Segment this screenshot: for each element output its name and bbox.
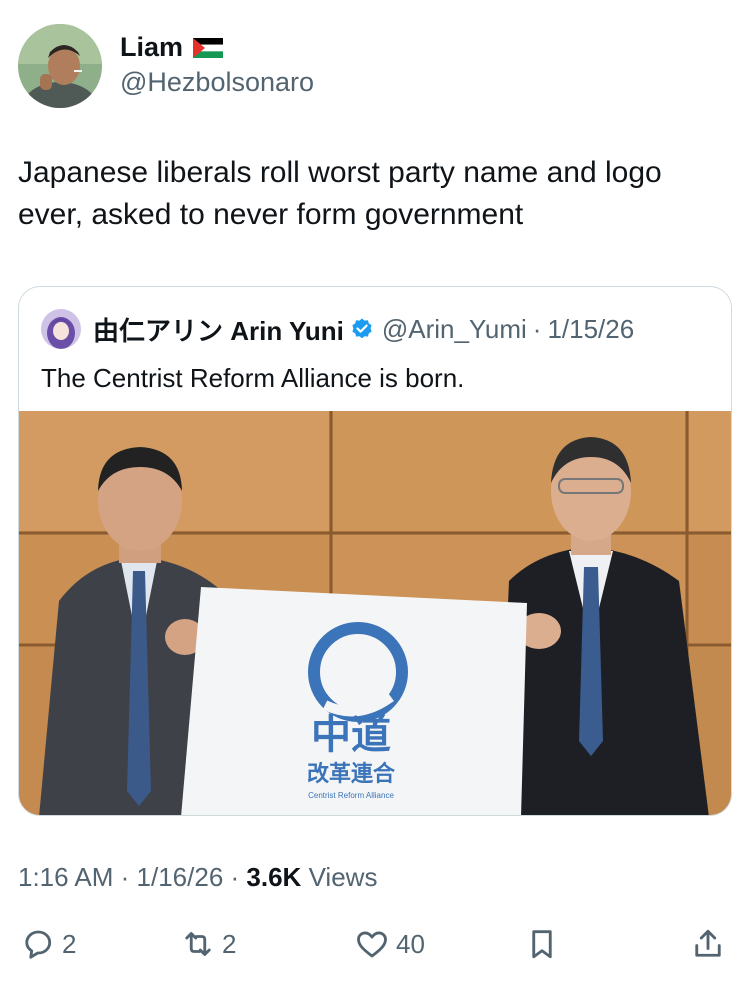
repost-count: 2 — [222, 928, 237, 959]
quoted-tweet[interactable]: 由仁アリン Arin Yuni @Arin_Yumi · 1/15/26 The… — [18, 286, 732, 816]
heart-icon — [357, 931, 387, 958]
quoted-photo[interactable]: 中道 改革連合 Centrist Reform Alliance — [19, 411, 731, 815]
quoted-header: 由仁アリン Arin Yuni @Arin_Yumi · 1/15/26 — [41, 309, 634, 349]
author-name[interactable]: Liam — [120, 32, 183, 63]
palestine-flag-icon — [193, 37, 224, 58]
quoted-text: The Centrist Reform Alliance is born. — [41, 363, 465, 393]
repost-button[interactable]: 2 — [180, 920, 236, 968]
action-bar: 2 2 40 — [0, 920, 750, 968]
tweet-date[interactable]: 1/16/26 — [137, 862, 224, 892]
tweet-author: Liam @Hezbolsonaro — [18, 24, 314, 108]
share-button[interactable] — [690, 920, 726, 968]
quoted-name[interactable]: 由仁アリン Arin Yuni — [93, 311, 344, 348]
views-label: Views — [308, 862, 378, 892]
views-count: 3.6K — [246, 862, 302, 892]
quoted-date[interactable]: 1/15/26 — [547, 314, 634, 345]
reply-count: 2 — [62, 928, 77, 959]
sign-small-text: Centrist Reform Alliance — [308, 791, 394, 800]
like-count: 40 — [396, 928, 425, 959]
separator-dot: · — [230, 862, 247, 892]
share-icon — [695, 929, 721, 957]
tweet-meta: 1:16 AM · 1/16/26 · 3.6K Views — [18, 862, 377, 893]
verified-badge-icon — [350, 317, 374, 341]
separator-dot: · — [120, 862, 137, 892]
reply-icon — [25, 930, 52, 959]
reply-button[interactable]: 2 — [20, 920, 76, 968]
party-logo-icon — [308, 622, 408, 722]
tweet-text: Japanese liberals roll worst party name … — [18, 156, 662, 231]
sign-main-text: 中道 — [311, 713, 391, 757]
author-avatar[interactable] — [18, 24, 102, 108]
tweet-time[interactable]: 1:16 AM — [18, 862, 113, 892]
separator-dot: · — [532, 313, 542, 344]
bookmark-button[interactable] — [524, 920, 560, 968]
repost-icon — [185, 932, 211, 956]
author-handle[interactable]: @Hezbolsonaro — [120, 67, 314, 98]
bookmark-icon — [532, 930, 552, 959]
quoted-handle[interactable]: @Arin_Yumi — [382, 314, 527, 345]
sign-sub-text: 改革連合 — [306, 761, 395, 786]
quoted-avatar[interactable] — [41, 309, 81, 349]
like-button[interactable]: 40 — [354, 920, 425, 968]
